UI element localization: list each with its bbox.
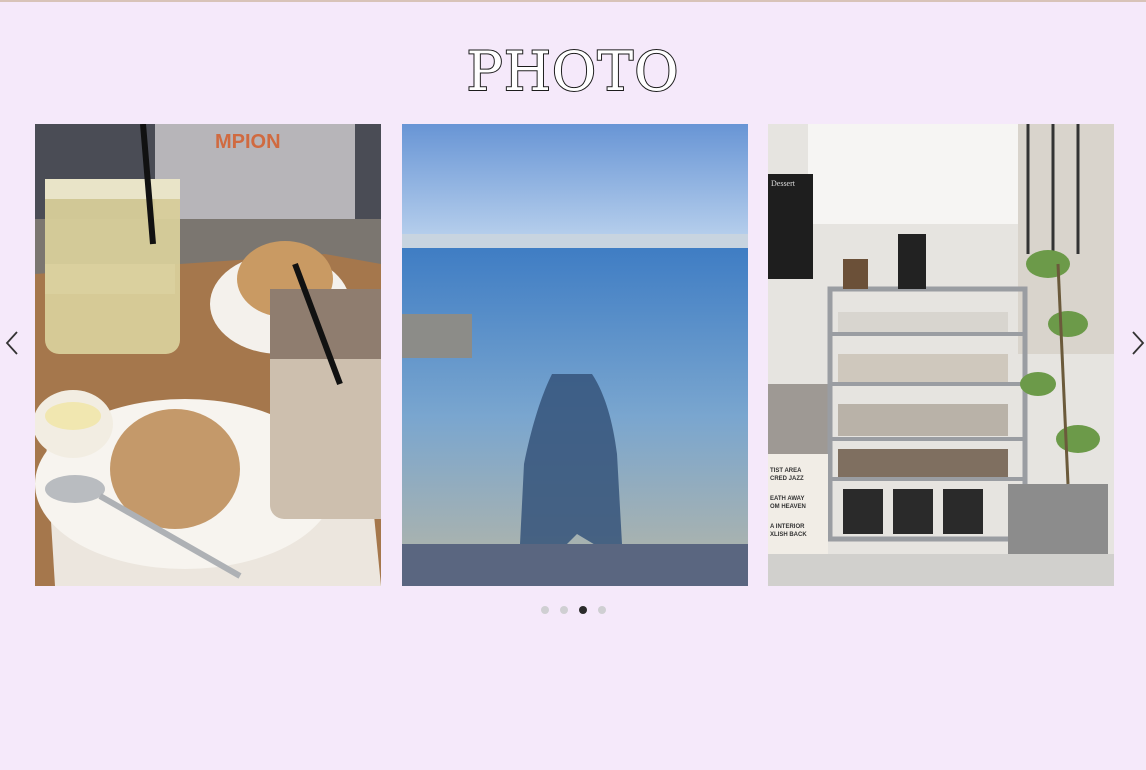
pagination-dot-2[interactable] (559, 606, 568, 614)
carousel-pagination (0, 606, 1146, 614)
box-line: EATH AWAY (770, 496, 804, 502)
chevron-left-icon (5, 331, 18, 355)
pagination-dot-1[interactable] (540, 606, 549, 614)
carousel-slide-beach[interactable] (402, 124, 748, 586)
coffee-shop-shelf-photo: Dessert TIST AREA CRED JAZZ EATH AWAY OM… (768, 124, 1114, 586)
carousel-slide-cafe[interactable]: MPION (35, 124, 381, 586)
blackboard-text: Dessert (771, 179, 796, 188)
box-line: TIST AREA (770, 468, 802, 474)
section-title: PHOTO (466, 39, 680, 104)
top-divider (0, 0, 1146, 2)
box-line: OM HEAVEN (770, 504, 806, 510)
box-line: XLISH BACK (770, 532, 807, 538)
chevron-right-icon (1132, 331, 1145, 355)
carousel-next-button[interactable] (1126, 330, 1146, 356)
pagination-dot-4[interactable] (597, 606, 606, 614)
shirt-print-text: MPION (215, 131, 281, 153)
beach-shadow-photo (402, 124, 748, 586)
box-line: CRED JAZZ (770, 476, 804, 482)
cafe-drinks-scones-photo: MPION (35, 124, 381, 586)
pagination-dot-3[interactable] (578, 606, 587, 614)
box-line: A INTERIOR (770, 524, 805, 530)
carousel-prev-button[interactable] (2, 330, 26, 356)
carousel-slide-shop[interactable]: Dessert TIST AREA CRED JAZZ EATH AWAY OM… (768, 124, 1114, 586)
